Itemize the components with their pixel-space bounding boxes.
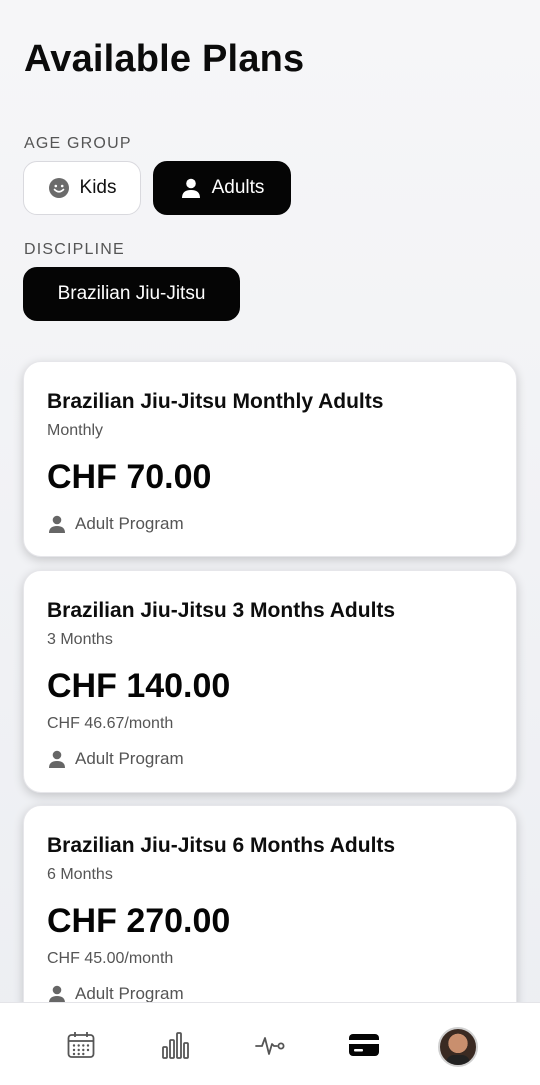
profile-avatar [438,1027,478,1067]
person-icon [47,984,67,1004]
plan-price-per-month: CHF 46.67/month [47,715,174,732]
nav-activity[interactable] [250,1027,290,1067]
plan-price: CHF 140.00 [47,667,231,705]
discipline-label: DISCIPLINE [24,241,125,258]
bottom-nav [0,1002,540,1085]
plan-card-6-months[interactable]: Brazilian Jiu-Jitsu 6 Months Adults 6 Mo… [23,805,517,1028]
plan-program-label: Adult Program [75,514,184,533]
calendar-icon [66,1030,96,1065]
plan-title: Brazilian Jiu-Jitsu Monthly Adults [47,390,384,413]
plan-period: Monthly [47,422,104,439]
plan-program-label: Adult Program [75,984,184,1003]
bar-chart-icon [160,1030,190,1065]
smiley-icon [48,177,70,199]
person-icon [180,177,202,199]
plan-program: Adult Program [47,984,184,1004]
plan-price: CHF 270.00 [47,902,231,940]
plan-period: 3 Months [47,631,113,648]
plan-title: Brazilian Jiu-Jitsu 3 Months Adults [47,599,396,622]
person-icon [47,749,67,769]
filter-chip-kids[interactable]: Kids [23,161,141,215]
credit-card-icon [348,1032,380,1063]
nav-stats[interactable] [155,1027,195,1067]
page-title: Available Plans [24,38,305,80]
filter-chip-label: Kids [79,177,117,198]
person-icon [47,514,67,534]
nav-calendar[interactable] [61,1027,101,1067]
nav-profile[interactable] [438,1027,478,1067]
plan-program: Adult Program [47,749,184,769]
activity-icon [254,1030,286,1065]
plan-program-label: Adult Program [75,749,184,768]
plan-program: Adult Program [47,514,184,534]
filter-chip-label: Adults [211,177,265,198]
plan-period: 6 Months [47,866,113,883]
filter-chip-adults[interactable]: Adults [153,161,291,215]
plan-card-3-months[interactable]: Brazilian Jiu-Jitsu 3 Months Adults 3 Mo… [23,570,517,793]
filter-chip-label: Brazilian Jiu-Jitsu [57,283,206,304]
age-group-label: AGE GROUP [24,135,132,152]
nav-plans[interactable] [344,1027,384,1067]
plan-price-per-month: CHF 45.00/month [47,950,174,967]
plan-price: CHF 70.00 [47,458,212,496]
filter-chip-bjj[interactable]: Brazilian Jiu-Jitsu [23,267,240,321]
plan-card-monthly[interactable]: Brazilian Jiu-Jitsu Monthly Adults Month… [23,361,517,557]
plan-title: Brazilian Jiu-Jitsu 6 Months Adults [47,834,396,857]
